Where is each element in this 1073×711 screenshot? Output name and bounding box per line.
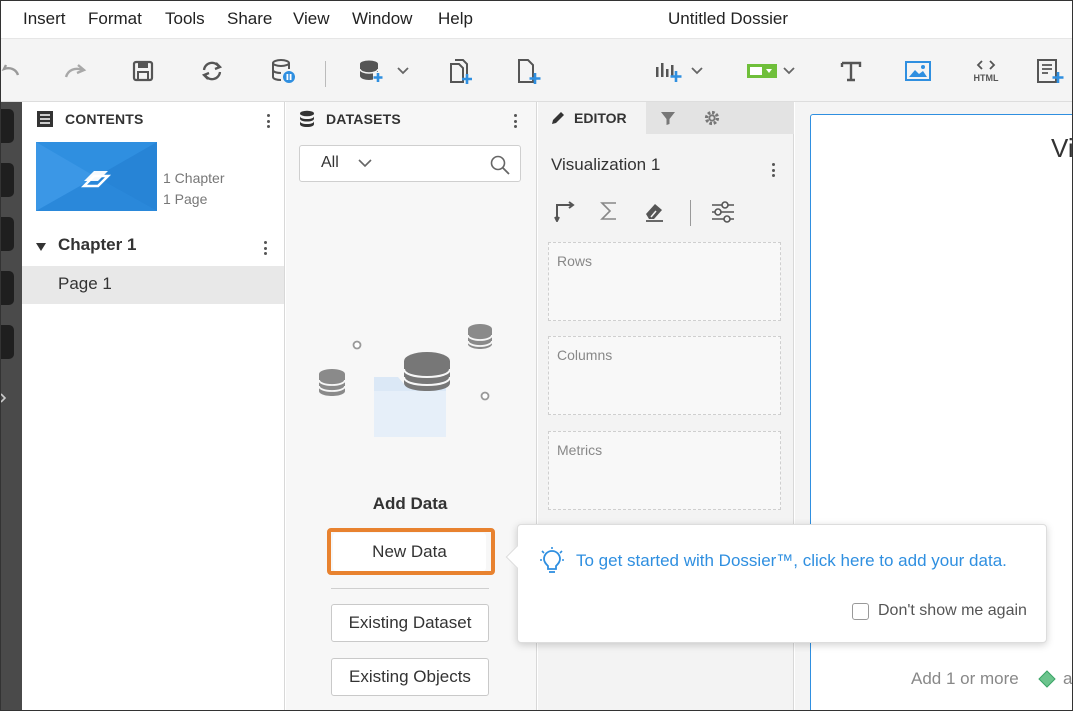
swap-axes-icon[interactable] <box>554 200 576 227</box>
undo-icon[interactable] <box>0 53 24 89</box>
filter-icon <box>661 112 675 125</box>
rail-button-filter[interactable] <box>0 271 14 305</box>
sum-icon[interactable] <box>599 200 619 227</box>
visualization-heading: Vi <box>1051 133 1073 163</box>
metrics-label: Metrics <box>557 442 603 458</box>
columns-drop-zone[interactable]: Columns <box>548 336 781 415</box>
rail-button-format[interactable] <box>0 325 14 359</box>
editor-tabbar: EDITOR <box>538 102 794 134</box>
metric-diamond-icon <box>1038 670 1056 688</box>
chapter-menu-icon[interactable] <box>259 239 271 257</box>
existing-objects-button[interactable]: Existing Objects <box>331 658 489 696</box>
toolbar: HTML <box>0 38 1073 102</box>
metrics-drop-zone[interactable]: Metrics <box>548 431 781 510</box>
contents-panel: CONTENTS 1 Chapter 1 Page Chapter 1 Page… <box>22 102 285 711</box>
dataset-filter-select[interactable]: All <box>299 145 521 182</box>
lightbulb-icon <box>540 547 564 573</box>
menu-insert[interactable]: Insert <box>23 9 66 29</box>
onboarding-tooltip: To get started with Dossier™, click here… <box>505 524 1047 643</box>
menu-view[interactable]: View <box>293 9 330 29</box>
datasets-panel: DATASETS All Add Data New Data Existing … <box>286 102 537 711</box>
menu-tools[interactable]: Tools <box>165 9 205 29</box>
rail-button-editor[interactable] <box>0 217 14 251</box>
existing-dataset-button[interactable]: Existing Dataset <box>331 604 489 642</box>
rows-drop-zone[interactable]: Rows <box>548 242 781 321</box>
insert-filter-dropdown[interactable] <box>744 53 800 89</box>
add-data-illustration <box>318 324 493 437</box>
datasets-menu-icon[interactable] <box>509 112 521 130</box>
contents-icon <box>37 111 53 127</box>
refresh-icon[interactable] <box>196 53 228 89</box>
database-icon <box>300 110 314 127</box>
search-icon[interactable] <box>490 155 510 175</box>
visualization-menu-icon[interactable] <box>767 161 779 179</box>
menu-share[interactable]: Share <box>227 9 272 29</box>
chapter-count: 1 Chapter <box>163 170 225 186</box>
dataset-filter-value: All <box>321 154 339 171</box>
dont-show-checkbox[interactable] <box>852 603 869 620</box>
page-row[interactable]: Page 1 <box>22 266 284 304</box>
new-page-icon[interactable] <box>512 53 544 89</box>
html-container-icon[interactable]: HTML <box>966 53 1006 89</box>
settings-sliders-icon[interactable] <box>710 200 736 229</box>
page-title: Page 1 <box>58 274 112 293</box>
contents-title: CONTENTS <box>65 111 144 127</box>
menu-bar: Insert Format Tools Share View Window He… <box>0 0 1073 38</box>
gear-icon <box>704 110 720 126</box>
dont-show-label[interactable]: Don't show me again <box>878 602 1027 620</box>
duplicate-page-icon[interactable] <box>444 53 476 89</box>
contents-menu-icon[interactable] <box>262 112 274 130</box>
redo-icon[interactable] <box>60 53 90 89</box>
image-icon[interactable] <box>902 53 934 89</box>
html-label: HTML <box>973 73 999 83</box>
small-db-right <box>467 324 493 349</box>
page-count: 1 Page <box>163 191 208 207</box>
editor-toolbar-separator <box>690 200 691 226</box>
datasets-title: DATASETS <box>326 111 401 127</box>
datasets-divider <box>331 588 489 589</box>
save-icon[interactable] <box>127 53 159 89</box>
chapter-row[interactable]: Chapter 1 <box>22 232 284 264</box>
insert-panel-icon[interactable] <box>1034 53 1066 89</box>
rows-label: Rows <box>557 253 593 269</box>
eraser-icon[interactable] <box>643 200 667 227</box>
left-rail <box>0 102 22 711</box>
caret-down-icon[interactable] <box>35 242 47 252</box>
tab-editor[interactable]: EDITOR <box>538 102 646 134</box>
menu-window[interactable]: Window <box>352 9 412 29</box>
text-icon[interactable] <box>836 53 866 89</box>
menu-format[interactable]: Format <box>88 9 142 29</box>
toolbar-separator <box>325 61 326 87</box>
page-thumbnail[interactable] <box>36 142 157 211</box>
canvas-hint-tail: a <box>1063 669 1073 688</box>
insert-visualization-dropdown[interactable] <box>652 53 708 89</box>
big-db <box>403 352 451 391</box>
tab-format[interactable] <box>690 102 734 134</box>
rail-collapse-icon[interactable] <box>0 390 8 403</box>
tab-filter[interactable] <box>646 102 690 134</box>
menu-help[interactable]: Help <box>438 9 473 29</box>
rail-button-datasets[interactable] <box>0 163 14 197</box>
data-pause-icon[interactable] <box>266 53 300 89</box>
chevron-down-icon <box>358 159 372 168</box>
small-db-left <box>318 369 346 396</box>
new-data-highlight <box>327 528 495 575</box>
visualization-title: Visualization 1 <box>551 155 661 174</box>
rail-button-contents[interactable] <box>0 109 14 143</box>
contents-header: CONTENTS <box>22 102 284 136</box>
canvas-hint: Add 1 or more <box>911 669 1019 688</box>
columns-label: Columns <box>557 347 613 363</box>
document-title: Untitled Dossier <box>668 9 788 28</box>
tooltip-message-link[interactable]: To get started with Dossier™, click here… <box>576 551 1007 571</box>
pencil-icon <box>552 112 564 124</box>
add-data-title: Add Data <box>372 494 448 513</box>
tab-editor-label: EDITOR <box>574 110 627 126</box>
chapter-title: Chapter 1 <box>58 235 137 254</box>
datasets-header: DATASETS <box>286 102 536 136</box>
add-dataset-dropdown[interactable] <box>355 53 413 89</box>
